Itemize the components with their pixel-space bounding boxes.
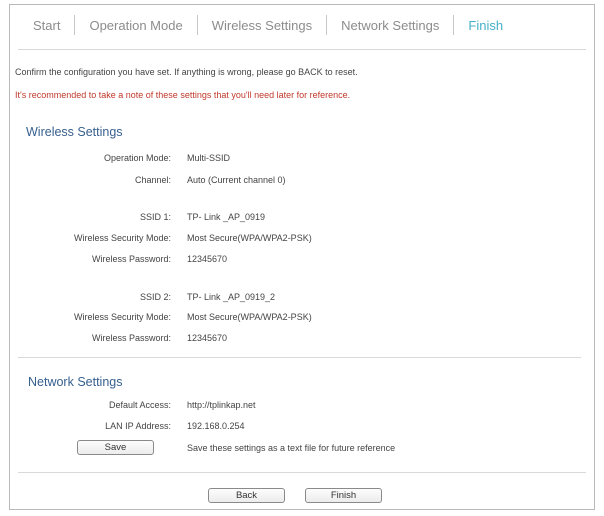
tab-finish[interactable]: Finish <box>454 18 517 33</box>
lan-ip-label: LAN IP Address: <box>105 421 171 431</box>
save-note: Save these settings as a text file for f… <box>187 443 396 453</box>
footer-divider <box>18 472 586 473</box>
operation-mode-label: Operation Mode: <box>103 153 171 163</box>
wizard-tabs: Start Operation Mode Wireless Settings N… <box>19 5 517 45</box>
lan-ip-value: 192.168.0.254 <box>187 421 245 431</box>
confirm-message: Confirm the configuration you have set. … <box>15 67 358 77</box>
security1-row: Wireless Security Mode: Most Secure(WPA/… <box>10 233 596 247</box>
back-button[interactable]: Back <box>208 488 285 503</box>
network-settings-title: Network Settings <box>28 375 123 389</box>
security2-value: Most Secure(WPA/WPA2-PSK) <box>187 312 312 322</box>
tabs-divider-line <box>18 49 586 50</box>
operation-mode-row: Operation Mode: Multi-SSID <box>10 153 596 167</box>
wireless-settings-title: Wireless Settings <box>26 125 123 139</box>
recommend-message: It's recommended to take a note of these… <box>15 90 351 100</box>
channel-value: Auto (Current channel 0) <box>187 175 286 185</box>
ssid2-label: SSID 2: <box>139 292 171 302</box>
finish-button[interactable]: Finish <box>305 488 382 503</box>
tab-operation-mode[interactable]: Operation Mode <box>75 18 196 33</box>
tab-network-settings[interactable]: Network Settings <box>327 18 453 33</box>
default-access-label: Default Access: <box>108 400 171 410</box>
tab-wireless-settings[interactable]: Wireless Settings <box>198 18 326 33</box>
ssid2-value: TP- Link _AP_0919_2 <box>187 292 276 302</box>
security2-label: Wireless Security Mode: <box>73 312 171 322</box>
channel-row: Channel: Auto (Current channel 0) <box>10 175 596 189</box>
security2-row: Wireless Security Mode: Most Secure(WPA/… <box>10 312 596 326</box>
channel-label: Channel: <box>134 175 171 185</box>
security1-value: Most Secure(WPA/WPA2-PSK) <box>187 233 312 243</box>
lan-ip-row: LAN IP Address: 192.168.0.254 <box>10 421 596 435</box>
password2-label: Wireless Password: <box>91 333 171 343</box>
password1-value: 12345670 <box>187 254 228 264</box>
password2-row: Wireless Password: 12345670 <box>10 333 596 347</box>
ssid1-label: SSID 1: <box>139 212 171 222</box>
wizard-panel: Start Operation Mode Wireless Settings N… <box>9 4 595 510</box>
ssid2-row: SSID 2: TP- Link _AP_0919_2 <box>10 292 596 306</box>
default-access-row: Default Access: http://tplinkap.net <box>10 400 596 414</box>
tab-start[interactable]: Start <box>19 18 74 33</box>
default-access-value: http://tplinkap.net <box>187 400 256 410</box>
security1-label: Wireless Security Mode: <box>73 233 171 243</box>
ssid1-row: SSID 1: TP- Link _AP_0919 <box>10 212 596 226</box>
password1-row: Wireless Password: 12345670 <box>10 254 596 268</box>
password2-value: 12345670 <box>187 333 228 343</box>
section-divider <box>18 357 581 358</box>
ssid1-value: TP- Link _AP_0919 <box>187 212 266 222</box>
save-button[interactable]: Save <box>77 440 154 455</box>
operation-mode-value: Multi-SSID <box>187 153 231 163</box>
password1-label: Wireless Password: <box>91 254 171 264</box>
